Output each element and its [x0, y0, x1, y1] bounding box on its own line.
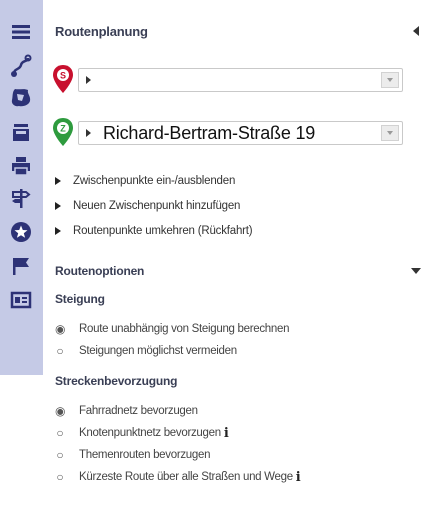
route-icon[interactable] [6, 52, 36, 80]
destination-pin-icon: Z [53, 118, 73, 146]
toggle-waypoints-link[interactable]: Zwischenpunkte ein-/ausblenden [55, 172, 235, 190]
prefer-junction-network-radio[interactable]: ○ Knotenpunktnetz bevorzugen i [55, 424, 229, 442]
radio-unselected-icon[interactable]: ○ [55, 470, 65, 484]
tool-icon[interactable] [6, 118, 36, 146]
destination-input-value: Richard-Bertram-Straße 19 [103, 123, 316, 143]
route-preference-heading: Streckenbevorzugung [55, 374, 178, 388]
shortest-route-radio[interactable]: ○ Kürzeste Route über alle Straßen und W… [55, 468, 301, 486]
radio-unselected-icon[interactable]: ○ [55, 448, 65, 462]
add-waypoint-link[interactable]: Neuen Zwischenpunkt hinzufügen [55, 197, 240, 215]
route-options-toggle-icon[interactable] [411, 268, 421, 274]
info-icon[interactable]: i [296, 470, 301, 485]
radio-unselected-icon[interactable]: ○ [55, 426, 65, 440]
panel-icon[interactable] [6, 286, 36, 314]
start-dropdown-button[interactable] [381, 72, 399, 88]
radio-label: Route unabhängig von Steigung berechnen [79, 323, 290, 335]
prefer-cycle-network-radio[interactable]: ◉ Fahrradnetz bevorzugen [55, 402, 198, 420]
arrow-right-icon [55, 202, 61, 210]
start-pin-icon: S [53, 65, 73, 93]
reverse-route-link[interactable]: Routenpunkte umkehren (Rückfahrt) [55, 222, 253, 240]
chevron-down-icon [387, 131, 393, 135]
radio-label: Themenrouten bevorzugen [79, 449, 211, 461]
chevron-down-icon [387, 78, 393, 82]
radio-label: Knotenpunktnetz bevorzugen [79, 427, 221, 439]
slope-ignore-radio[interactable]: ◉ Route unabhängig von Steigung berechne… [55, 320, 289, 338]
map-icon[interactable] [6, 84, 36, 112]
link-label: Zwischenpunkte ein-/ausblenden [73, 175, 236, 187]
radio-unselected-icon[interactable]: ○ [55, 344, 65, 358]
radio-selected-icon[interactable]: ◉ [55, 404, 65, 418]
radio-label: Fahrradnetz bevorzugen [79, 405, 198, 417]
radio-label: Kürzeste Route über alle Straßen und Weg… [79, 471, 293, 483]
radio-selected-icon[interactable]: ◉ [55, 322, 65, 336]
prefer-theme-routes-radio[interactable]: ○ Themenrouten bevorzugen [55, 446, 210, 464]
menu-icon[interactable] [6, 18, 36, 46]
arrow-right-icon [55, 227, 61, 235]
arrow-right-icon [55, 177, 61, 185]
info-icon[interactable]: i [224, 426, 229, 441]
slope-heading: Steigung [55, 292, 105, 306]
slope-avoid-radio[interactable]: ○ Steigungen möglichst vermeiden [55, 342, 237, 360]
sidebar [0, 0, 43, 375]
start-input[interactable] [78, 68, 403, 92]
expand-icon[interactable] [86, 76, 91, 84]
radio-label: Steigungen möglichst vermeiden [79, 345, 237, 357]
route-options-heading: Routenoptionen [55, 264, 145, 278]
route-planning-panel: Routenplanung S Z Richard-Bertram-Straße… [43, 0, 427, 506]
link-label: Neuen Zwischenpunkt hinzufügen [73, 200, 241, 212]
signpost-icon[interactable] [6, 184, 36, 212]
destination-input[interactable]: Richard-Bertram-Straße 19 [78, 121, 403, 145]
flag-icon[interactable] [6, 252, 36, 280]
print-icon[interactable] [6, 152, 36, 180]
link-label: Routenpunkte umkehren (Rückfahrt) [73, 225, 253, 237]
expand-icon[interactable] [86, 129, 91, 137]
start-pin-label: S [60, 71, 66, 81]
star-icon[interactable] [6, 218, 36, 246]
destination-pin-label: Z [60, 124, 66, 134]
destination-dropdown-button[interactable] [381, 125, 399, 141]
panel-title: Routenplanung [55, 24, 148, 39]
collapse-panel-icon[interactable] [413, 26, 419, 36]
